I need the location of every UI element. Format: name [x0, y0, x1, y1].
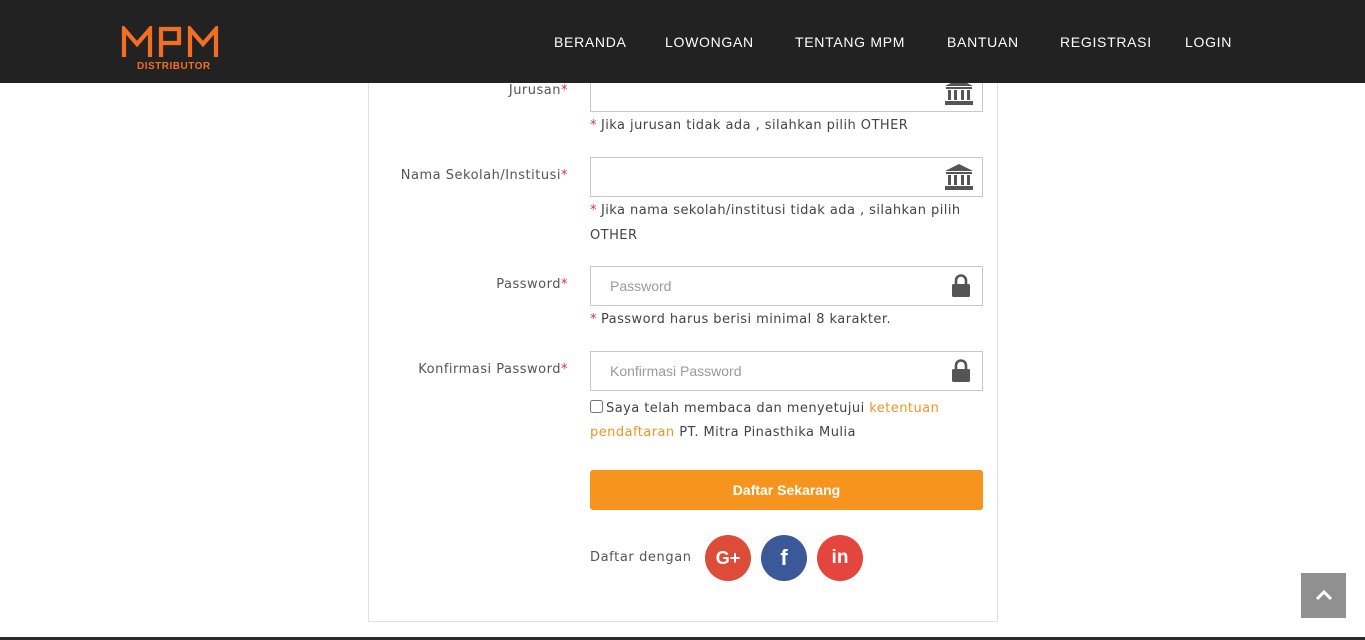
password-input[interactable] — [591, 267, 931, 305]
confirm-password-label: Konfirmasi Password* — [348, 362, 568, 377]
facebook-button[interactable]: f — [761, 535, 807, 581]
sekolah-hint-text: Jika nama sekolah/institusi tidak ada , … — [600, 203, 961, 218]
nav-link-registrasi[interactable]: REGISTRASI — [1060, 34, 1152, 50]
terms-link[interactable]: ketentuan — [869, 401, 939, 416]
nav-item-bantuan[interactable]: BANTUAN — [947, 0, 1019, 83]
nav-item-beranda[interactable]: BERANDA — [554, 0, 627, 83]
sekolah-label: Nama Sekolah/Institusi* — [348, 168, 568, 183]
sekolah-field[interactable] — [590, 157, 983, 197]
required-mark: * — [561, 168, 568, 183]
password-label-text: Password — [496, 277, 561, 292]
password-hint-text: Password harus berisi minimal 8 karakter… — [600, 312, 892, 327]
confirm-password-field[interactable] — [590, 351, 983, 391]
sekolah-hint: * Jika nama sekolah/institusi tidak ada ,… — [590, 198, 990, 248]
linkedin-button[interactable]: in — [817, 535, 863, 581]
required-mark: * — [561, 277, 568, 292]
password-hint: * Password harus berisi minimal 8 karakte… — [590, 307, 990, 332]
agreement-text: Saya telah membaca dan menyetujui — [606, 401, 865, 416]
mpm-logo[interactable]: DISTRIBUTOR — [121, 23, 237, 76]
sekolah-hint-text-2: OTHER — [590, 228, 638, 243]
registration-form-card: Jurusan* * Jika jurusan tidak ada , silah… — [368, 0, 998, 622]
mpm-logo-mark — [121, 23, 219, 57]
jurusan-hint-text: Jika jurusan tidak ada , silahkan pilih … — [600, 118, 909, 133]
nav-item-lowongan[interactable]: LOWONGAN — [665, 0, 754, 83]
required-mark: * — [590, 118, 597, 133]
register-button[interactable]: Daftar Sekarang — [590, 470, 983, 510]
nav-link-lowongan[interactable]: LOWONGAN — [665, 34, 754, 50]
site-header: DISTRIBUTOR BERANDA LOWONGAN TENTANG MPM… — [0, 0, 1365, 83]
nav-link-beranda[interactable]: BERANDA — [554, 34, 627, 50]
chevron-up-icon — [1315, 586, 1333, 605]
password-label: Password* — [348, 277, 568, 292]
terms-link-2[interactable]: pendaftaran — [590, 425, 675, 440]
agreement-checkbox[interactable] — [590, 400, 603, 413]
scroll-to-top-button[interactable] — [1301, 573, 1346, 618]
required-mark: * — [561, 83, 568, 98]
linkedin-icon: in — [831, 547, 849, 568]
agreement: Saya telah membaca dan menyetujui ketent… — [590, 397, 990, 445]
lock-icon — [951, 359, 971, 387]
nav-link-bantuan[interactable]: BANTUAN — [947, 34, 1019, 50]
nav-item-login[interactable]: LOGIN — [1185, 0, 1232, 83]
jurusan-label: Jurusan* — [348, 83, 568, 98]
sekolah-label-text: Nama Sekolah/Institusi — [400, 168, 561, 183]
sekolah-input[interactable] — [591, 158, 931, 196]
confirm-password-input[interactable] — [591, 352, 931, 390]
social-label: Daftar dengan — [590, 550, 692, 565]
required-mark: * — [590, 203, 597, 218]
jurusan-hint: * Jika jurusan tidak ada , silahkan pilih… — [590, 113, 990, 138]
nav-link-tentang-mpm[interactable]: TENTANG MPM — [795, 34, 905, 50]
agreement-company: PT. Mitra Pinasthika Mulia — [679, 425, 856, 440]
institution-icon — [944, 163, 974, 195]
confirm-password-label-text: Konfirmasi Password — [418, 362, 561, 377]
google-plus-button[interactable]: G+ — [705, 535, 751, 581]
password-field[interactable] — [590, 266, 983, 306]
nav-item-tentang-mpm[interactable]: TENTANG MPM — [795, 0, 905, 83]
required-mark: * — [590, 312, 597, 327]
facebook-icon: f — [780, 545, 788, 570]
google-plus-icon: G+ — [715, 547, 741, 568]
lock-icon — [951, 274, 971, 302]
nav-link-login[interactable]: LOGIN — [1185, 34, 1232, 50]
required-mark: * — [561, 362, 568, 377]
jurusan-label-text: Jurusan — [508, 83, 561, 98]
nav-item-registrasi[interactable]: REGISTRASI — [1060, 0, 1152, 83]
logo-subtitle: DISTRIBUTOR — [137, 61, 211, 72]
